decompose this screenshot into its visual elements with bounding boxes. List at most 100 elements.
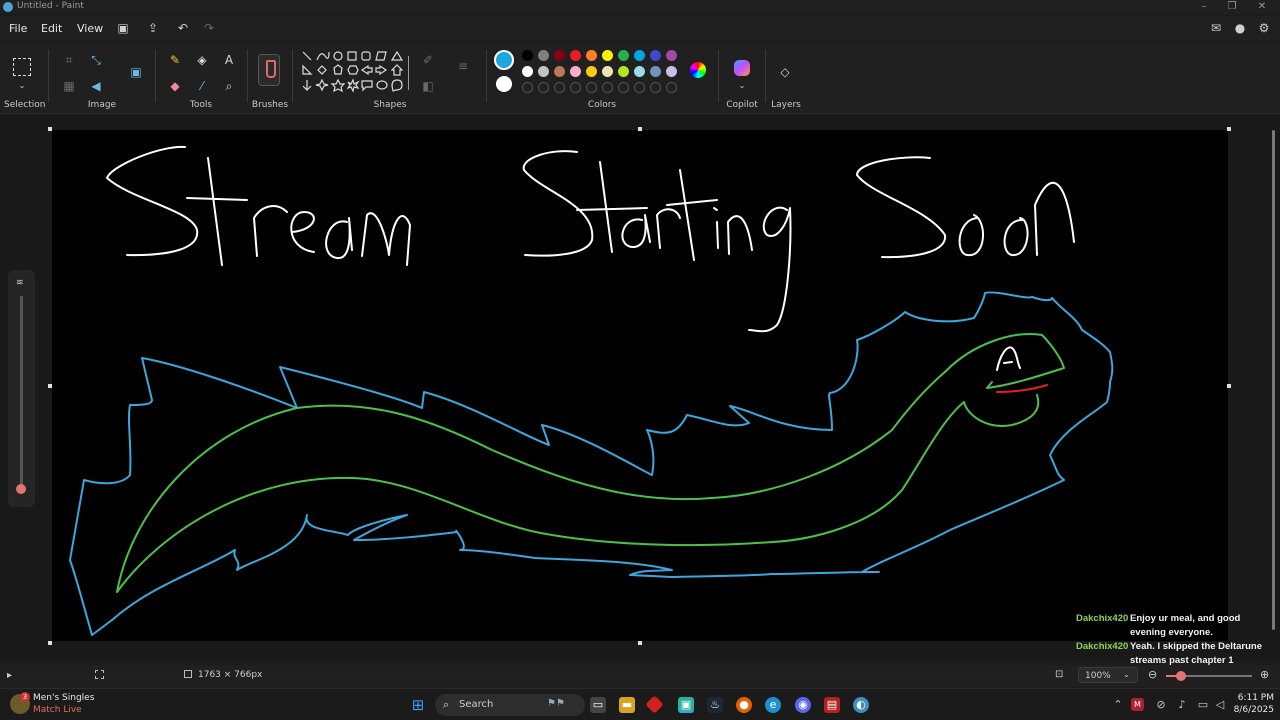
color-swatch[interactable] [554,50,565,61]
pencil-icon[interactable]: ✎ [167,52,183,68]
color-swatch[interactable] [570,50,581,61]
color-swatch[interactable] [634,50,645,61]
color-swatch[interactable] [666,50,677,61]
paint-taskbar-icon[interactable]: ◐ [853,697,869,713]
shapes-gallery[interactable] [300,50,408,100]
maximize-icon[interactable]: ❐ [1218,0,1246,14]
copilot-icon[interactable] [734,60,750,76]
shape-size-icon[interactable]: ≡ [455,58,471,74]
vertical-scrollbar[interactable] [1270,118,1278,658]
zoom-in-icon[interactable]: ⊕ [1260,668,1269,681]
custom-color-slot[interactable] [618,82,629,93]
windows-start-icon[interactable]: ⊞ [410,697,426,713]
color-swatch[interactable] [618,66,629,77]
zoom-out-icon[interactable]: ⊖ [1148,668,1157,681]
tray-app-m-icon[interactable]: M [1131,698,1144,711]
feedback-icon[interactable]: ✉ [1208,20,1224,36]
image-generator-icon[interactable]: ▣ [128,64,144,80]
color-swatch[interactable] [602,50,613,61]
color-swatch[interactable] [586,66,597,77]
microphone-icon[interactable]: ♪ [1174,697,1190,713]
menu-view[interactable]: View [77,22,103,35]
resize-handle-top-left[interactable] [48,127,52,131]
shape-outline-icon[interactable]: ✐ [420,52,436,68]
drawing-canvas[interactable] [52,130,1228,641]
color-swatch[interactable] [650,66,661,77]
voicemeeter-icon[interactable]: ▤ [824,697,840,713]
custom-color-slot[interactable] [538,82,549,93]
edit-colors-icon[interactable] [690,62,706,78]
color-swatch[interactable] [570,66,581,77]
resize-handle-bottom-left[interactable] [48,641,52,645]
share-icon[interactable]: ⇪ [145,20,161,36]
custom-color-slot[interactable] [522,82,533,93]
redo-icon[interactable]: ↷ [201,20,217,36]
color-swatch[interactable] [666,66,677,77]
fill-bucket-icon[interactable]: ◈ [194,52,210,68]
custom-color-slot[interactable] [586,82,597,93]
shapes-scrollbar[interactable] [408,56,409,90]
menu-file[interactable]: File [9,22,27,35]
resize-handle-top[interactable] [638,127,642,131]
custom-color-slot[interactable] [602,82,613,93]
color-swatch[interactable] [522,50,533,61]
edge-icon[interactable]: e [765,697,781,713]
task-view-icon[interactable]: ▭ [590,697,606,713]
layers-icon[interactable]: ◇ [777,64,793,80]
crop-icon[interactable]: ⌗ [61,52,77,68]
custom-color-slot[interactable] [570,82,581,93]
widget-title[interactable]: Men's Singles [33,693,94,703]
resize-handle-right[interactable] [1227,384,1231,388]
color-picker-icon[interactable]: ⁄ [194,78,210,94]
resize-handle-left[interactable] [48,384,52,388]
clock-time[interactable]: 6:11 PM [1234,693,1274,703]
remove-background-icon[interactable]: ▦ [61,78,77,94]
color-swatch[interactable] [650,50,661,61]
volume-icon[interactable]: ◁ [1212,697,1228,713]
text-tool-icon[interactable]: A [221,52,237,68]
eraser-icon[interactable]: ◆ [167,78,183,94]
primary-color-swatch[interactable] [494,50,514,70]
color-swatch[interactable] [554,66,565,77]
menu-edit[interactable]: Edit [41,22,62,35]
chevron-up-icon[interactable]: ⌃ [1110,697,1126,713]
color-swatch[interactable] [602,66,613,77]
copilot-dropdown-icon[interactable]: ⌄ [734,78,750,94]
vertical-scroll-thumb[interactable] [1272,130,1275,630]
close-icon[interactable]: ✕ [1248,0,1276,14]
selection-dropdown-icon[interactable]: ⌄ [14,78,30,94]
shape-fill-icon[interactable]: ◧ [420,78,436,94]
resize-handle-bottom[interactable] [638,641,642,645]
tray-network-off-icon[interactable]: ⊘ [1153,697,1169,713]
color-swatch[interactable] [538,50,549,61]
network-icon[interactable]: ▭ [1195,697,1211,713]
save-icon[interactable]: ▣ [115,20,131,36]
account-icon[interactable]: ● [1232,20,1248,36]
slider-knob[interactable] [16,484,26,494]
app-red-diamond-icon[interactable] [645,695,664,714]
custom-color-slot[interactable] [554,82,565,93]
custom-color-slot[interactable] [666,82,677,93]
zoom-slider-knob[interactable] [1176,671,1186,681]
resize-icon[interactable]: ⤡ [88,52,104,68]
fit-to-window-icon[interactable]: ⊡ [1055,669,1063,680]
minimize-icon[interactable]: – [1190,0,1218,14]
resize-handle-top-right[interactable] [1227,127,1231,131]
taskbar-search[interactable]: ⌕ Search ⚑⚑ [435,694,585,716]
custom-color-slot[interactable] [634,82,645,93]
color-swatch[interactable] [538,66,549,77]
color-swatch[interactable] [634,66,645,77]
custom-color-slot[interactable] [650,82,661,93]
steam-icon[interactable]: ♨ [707,697,723,713]
color-swatch[interactable] [618,50,629,61]
firefox-icon[interactable]: ● [736,697,752,713]
brushes-button[interactable] [258,54,280,86]
app-green-active-icon[interactable]: ▣ [678,697,694,713]
layers-panel-icon[interactable]: ≋ [16,278,24,288]
zoom-level-select[interactable]: 100% ⌄ [1078,667,1138,683]
color-swatch[interactable] [586,50,597,61]
secondary-color-swatch[interactable] [496,76,512,92]
clock-date[interactable]: 8/6/2025 [1230,705,1274,715]
discord-icon[interactable]: ◉ [795,697,811,713]
undo-icon[interactable]: ↶ [175,20,191,36]
